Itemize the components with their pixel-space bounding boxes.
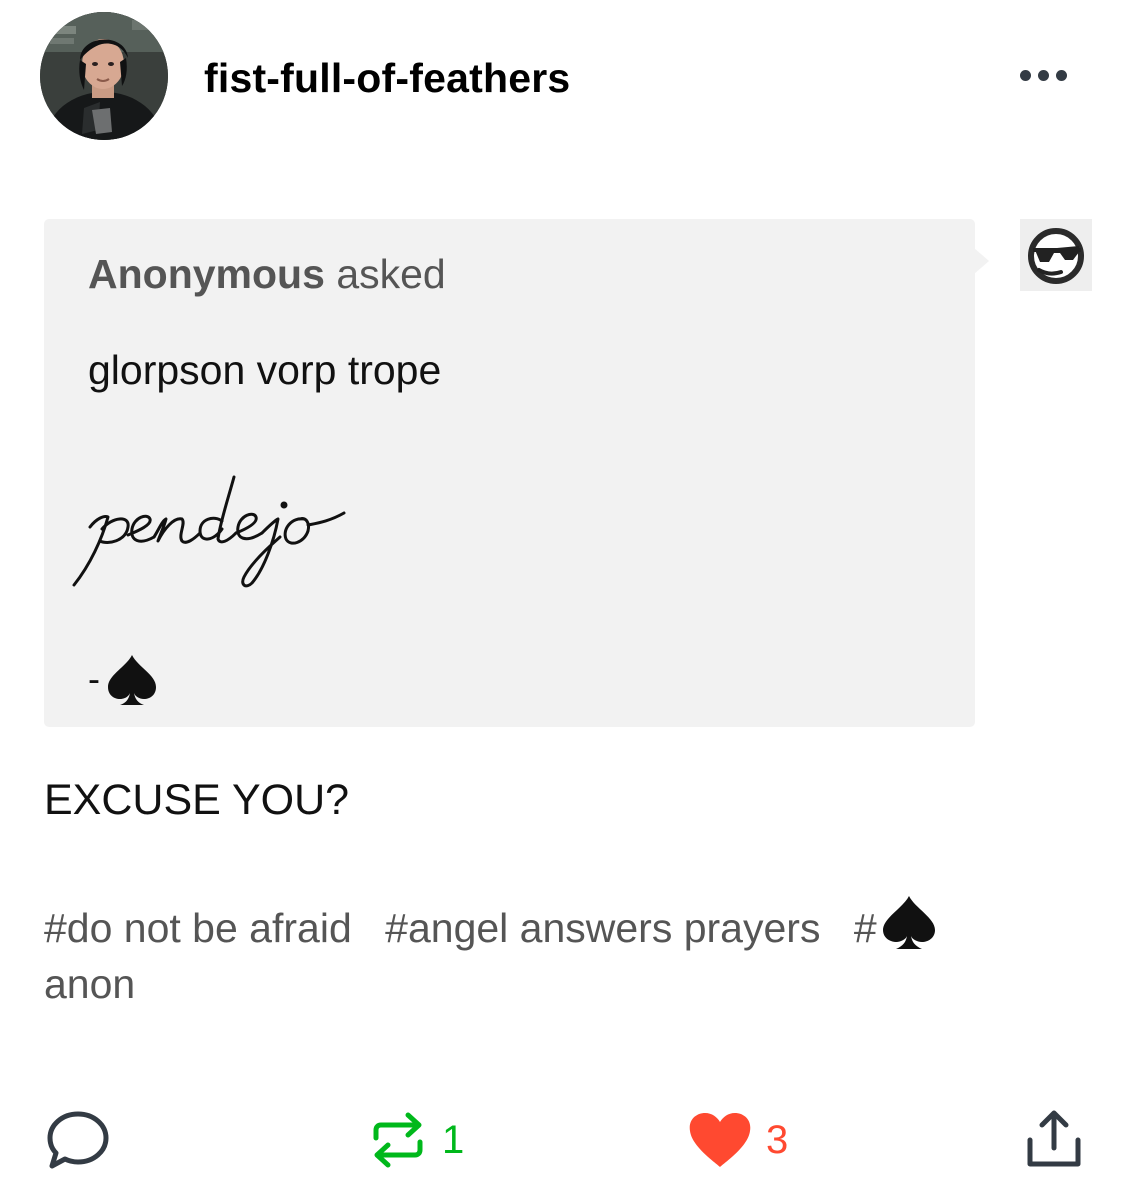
user-avatar-photo: [40, 12, 168, 140]
script-word-image: [72, 475, 346, 588]
asker-line: Anonymous asked: [88, 249, 446, 299]
more-horizontal-icon-dot: [1037, 69, 1049, 81]
reblog-button[interactable]: 1: [368, 1100, 464, 1180]
signature-dash: -: [88, 658, 100, 699]
ask-pointer: [974, 248, 989, 274]
answer-text: EXCUSE YOU?: [44, 776, 350, 824]
spade-emoji-icon: [882, 896, 935, 949]
signature: -: [88, 649, 162, 709]
share-icon: [1027, 1110, 1081, 1167]
reblog-count: 1: [442, 1118, 465, 1162]
asker-name: Anonymous: [88, 251, 325, 297]
question-text: glorpson vorp trope: [88, 347, 442, 393]
tag-anon-text: anon: [44, 961, 136, 1007]
like-count: 3: [766, 1118, 789, 1162]
spade-emoji-icon: [108, 655, 156, 705]
tag-link[interactable]: #do not be afraid: [44, 905, 352, 951]
sunglasses-face-icon: [1028, 228, 1084, 284]
tag-link[interactable]: #angel answers prayers: [385, 905, 820, 951]
reblog-icon: [373, 1112, 423, 1168]
anonymous-avatar: [1020, 219, 1092, 291]
more-horizontal-icon-dot: [1055, 69, 1067, 81]
asked-label: asked: [336, 251, 446, 297]
tag-list: #do not be afraid #angel answers prayers…: [44, 892, 1104, 1012]
post-action-bar: 1 3: [0, 1100, 1136, 1180]
share-button[interactable]: [1024, 1100, 1084, 1180]
blog-name[interactable]: fist-full-of-feathers: [204, 54, 570, 102]
post-header: fist-full-of-feathers: [0, 0, 1136, 160]
heart-icon: [689, 1113, 751, 1167]
more-horizontal-icon: [1019, 69, 1031, 81]
like-button[interactable]: 3: [688, 1100, 788, 1180]
speech-bubble-icon: [47, 1111, 109, 1169]
ask-box: Anonymous asked glorpson vorp trope -: [44, 219, 975, 727]
avatar[interactable]: [40, 12, 168, 140]
tag-hash: #: [853, 905, 877, 951]
more-options-button[interactable]: [1008, 58, 1078, 92]
reply-button[interactable]: [44, 1100, 112, 1180]
